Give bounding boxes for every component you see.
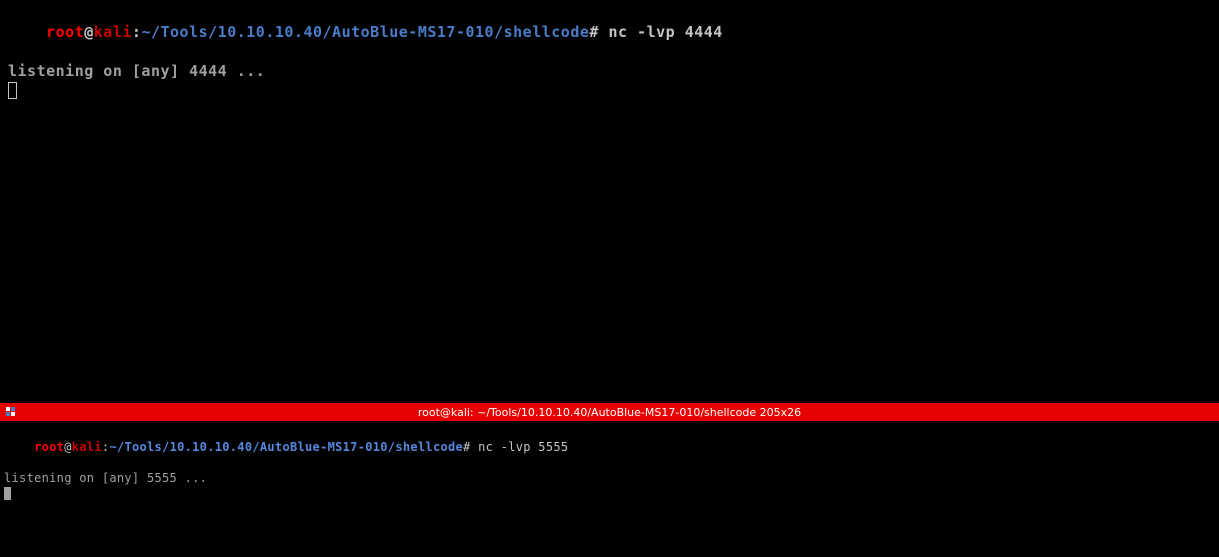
window-icon — [6, 407, 16, 417]
prompt-line-bottom: root@kali:~/Tools/10.10.10.40/AutoBlue-M… — [4, 424, 1215, 471]
prompt-at: @ — [64, 440, 72, 454]
prompt-user: root — [46, 23, 84, 41]
cursor-icon — [8, 82, 17, 99]
prompt-user: root — [34, 440, 64, 454]
terminal-title-bar[interactable]: root@kali: ~/Tools/10.10.10.40/AutoBlue-… — [0, 403, 1219, 421]
command-text: nc -lvp 5555 — [471, 440, 569, 454]
prompt-path: ~/Tools/10.10.10.40/AutoBlue-MS17-010/sh… — [141, 23, 589, 41]
prompt-host: kali — [94, 23, 132, 41]
cursor-line-top — [8, 81, 1211, 101]
output-line-bottom: listening on [any] 5555 ... — [4, 471, 1215, 487]
prompt-hash: # — [463, 440, 471, 454]
prompt-hash: # — [589, 23, 599, 41]
window-title: root@kali: ~/Tools/10.10.10.40/AutoBlue-… — [418, 406, 801, 419]
terminal-pane-bottom[interactable]: root@kali:~/Tools/10.10.10.40/AutoBlue-M… — [0, 421, 1219, 557]
cursor-line-bottom — [4, 486, 1215, 502]
terminal-pane-top[interactable]: root@kali:~/Tools/10.10.10.40/AutoBlue-M… — [0, 0, 1219, 403]
prompt-at: @ — [84, 23, 94, 41]
title-bar-left — [6, 407, 16, 417]
prompt-colon: : — [132, 23, 142, 41]
prompt-path: ~/Tools/10.10.10.40/AutoBlue-MS17-010/sh… — [109, 440, 463, 454]
command-text: nc -lvp 4444 — [599, 23, 723, 41]
cursor-icon — [4, 487, 11, 500]
output-line-top: listening on [any] 4444 ... — [8, 62, 1211, 82]
prompt-line-top: root@kali:~/Tools/10.10.10.40/AutoBlue-M… — [8, 3, 1211, 62]
prompt-host: kali — [72, 440, 102, 454]
